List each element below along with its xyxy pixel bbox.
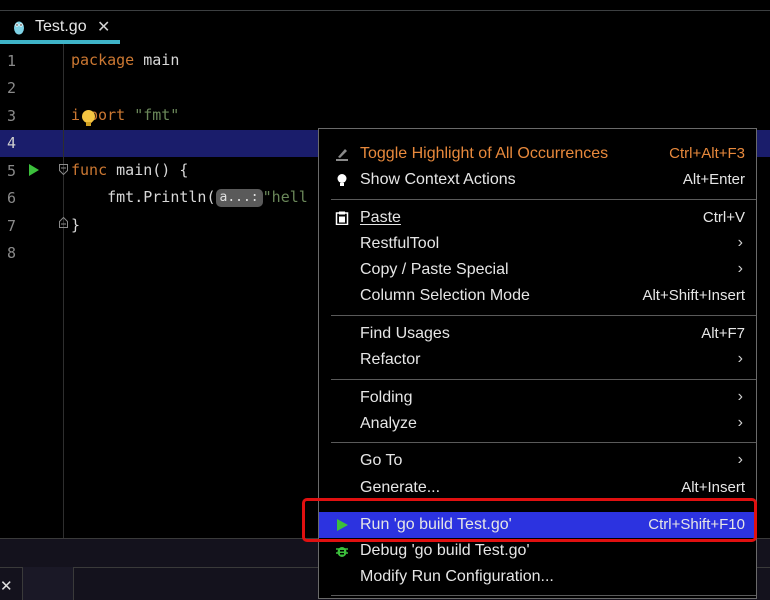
bottom-tab[interactable] (22, 567, 74, 600)
menu-item-show-context-actions[interactable]: Show Context Actions Alt+Enter (319, 167, 756, 193)
menu-separator (331, 595, 756, 596)
close-icon[interactable]: ✕ (0, 577, 13, 595)
chevron-right-icon: › (737, 388, 743, 405)
menu-item-refactor[interactable]: Refactor › (319, 347, 756, 373)
fold-open-icon[interactable] (59, 164, 68, 175)
tab-label: Test.go (35, 18, 87, 35)
lightbulb-icon (337, 174, 347, 186)
chevron-right-icon: › (737, 451, 743, 468)
menu-item-toggle-highlight[interactable]: Toggle Highlight of All Occurrences Ctrl… (319, 141, 756, 167)
line-number: 5 (7, 162, 17, 180)
menu-item-paste[interactable]: Paste Ctrl+V (319, 205, 756, 231)
menu-item-folding[interactable]: Folding › (319, 385, 756, 411)
line-number: 4 (7, 134, 17, 152)
chevron-right-icon: › (737, 414, 743, 431)
code-line-6: fmt.Println(a...: "hell (71, 188, 308, 207)
code-line-5: func main() { (71, 161, 189, 179)
menu-item-modify-run-configuration[interactable]: Modify Run Configuration... (319, 564, 756, 590)
menu-item-column-selection-mode[interactable]: Column Selection Mode Alt+Shift+Insert (319, 283, 756, 309)
go-file-icon (14, 21, 24, 35)
code-line-1: package main (71, 51, 180, 69)
line-number: 8 (7, 244, 17, 262)
clipboard-icon (335, 211, 349, 225)
tab-close-icon[interactable]: ✕ (97, 17, 110, 37)
line-number: 2 (7, 79, 17, 97)
parameter-hint: a...: (215, 189, 263, 207)
gutter-divider (63, 44, 64, 538)
menu-item-copy-paste-special[interactable]: Copy / Paste Special › (319, 257, 756, 283)
line-number: 6 (7, 189, 17, 207)
menu-item-restfultool[interactable]: RestfulTool › (319, 231, 756, 257)
menu-separator (331, 379, 756, 380)
code-line-7: } (71, 216, 81, 234)
highlighter-icon (336, 149, 348, 161)
menu-separator (331, 199, 756, 200)
menu-separator (331, 442, 756, 443)
chevron-right-icon: › (737, 350, 743, 367)
menu-separator (331, 315, 756, 316)
line-number: 1 (7, 52, 17, 70)
chevron-right-icon: › (737, 234, 743, 251)
menu-item-analyze[interactable]: Analyze › (319, 411, 756, 437)
lightbulb-icon[interactable] (82, 110, 95, 126)
tab-test-go[interactable]: Test.go ✕ (0, 11, 120, 44)
chevron-right-icon: › (737, 260, 743, 277)
line-number: 7 (7, 217, 17, 235)
debug-bug-icon (336, 547, 348, 557)
menu-item-go-to[interactable]: Go To › (319, 448, 756, 474)
line-number: 3 (7, 107, 17, 125)
run-gutter-icon[interactable] (29, 164, 39, 176)
fold-close-icon[interactable] (59, 217, 68, 228)
editor-tab-bar: Test.go ✕ (0, 11, 770, 44)
menu-item-find-usages[interactable]: Find Usages Alt+F7 (319, 321, 756, 347)
highlight-annotation-box (302, 498, 757, 542)
